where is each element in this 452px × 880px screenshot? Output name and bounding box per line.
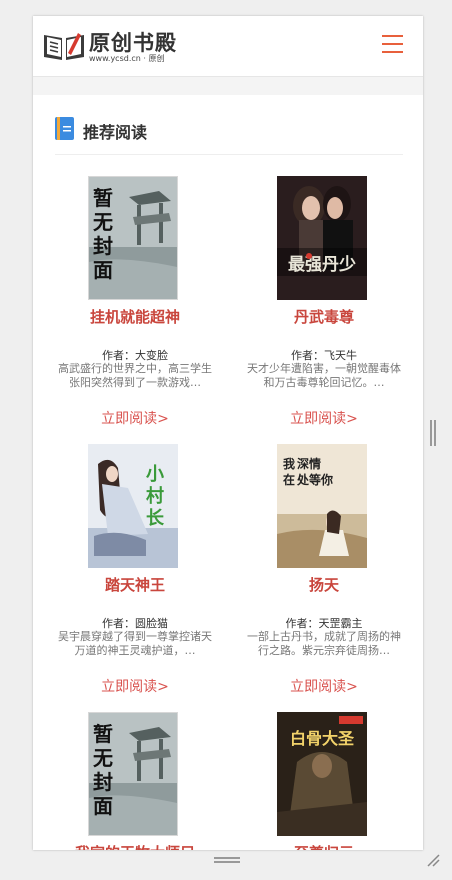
read-now-link[interactable]: 立即阅读>	[55, 676, 215, 696]
svg-text:在: 在	[283, 472, 295, 487]
svg-text:我: 我	[283, 456, 295, 471]
book-author: 作者：大变脸	[102, 349, 168, 362]
book-logo-icon	[44, 33, 84, 60]
resize-grip[interactable]	[214, 857, 240, 865]
svg-text:无: 无	[93, 746, 113, 770]
book-cover[interactable]: 最强丹少	[277, 176, 367, 300]
book-author: 作者：天罡霸主	[285, 617, 363, 630]
hamburger-menu-icon[interactable]	[382, 34, 403, 54]
book-cover[interactable]: 小 村 长	[88, 444, 178, 568]
book-title[interactable]: 扬天	[244, 574, 404, 595]
book-icon	[55, 117, 74, 140]
svg-text:最强丹少: 最强丹少	[288, 255, 356, 275]
header-spacer	[33, 77, 423, 95]
svg-text:白骨大圣: 白骨大圣	[290, 729, 355, 748]
top-header: 原创书殿 www.ycsd.cn · 原创	[33, 16, 423, 77]
svg-text:暂: 暂	[93, 186, 113, 210]
book-title[interactable]: 踏天神王	[55, 574, 215, 595]
book-title[interactable]: 挂机就能超神	[55, 306, 215, 327]
book-title[interactable]: 至尊归元	[244, 842, 404, 850]
book-title[interactable]: 丹武毒尊	[244, 306, 404, 327]
book-title[interactable]: 我家的王牧大师兄	[55, 842, 215, 850]
svg-text:暂: 暂	[93, 722, 113, 746]
resize-corner-icon[interactable]	[426, 853, 440, 867]
page-frame: 原创书殿 www.ycsd.cn · 原创 推荐阅读 暂 无 封 面 挂机就能超…	[33, 16, 423, 850]
site-logo[interactable]: 原创书殿 www.ycsd.cn · 原创	[42, 27, 182, 67]
read-now-link[interactable]: 立即阅读>	[244, 676, 404, 696]
book-description: 吴宇晨穿越了得到一尊掌控诸天万道的神王灵魂护道，…	[58, 630, 212, 657]
svg-text:无: 无	[93, 210, 113, 234]
book-description: 高武盛行的世界之中，高三学生张阳突然得到了一款游戏…	[58, 362, 212, 389]
svg-text:面: 面	[93, 258, 113, 282]
book-cover[interactable]: 暂 无 封 面	[88, 176, 178, 300]
svg-text:面: 面	[93, 794, 113, 818]
book-cover[interactable]: 我 深情 在 处等你	[277, 444, 367, 568]
section-heading: 推荐阅读	[55, 116, 405, 142]
svg-text:小: 小	[146, 464, 164, 485]
book-cover[interactable]: 暂 无 封 面	[88, 712, 178, 836]
logo-subtitle: www.ycsd.cn · 原创	[89, 54, 165, 63]
svg-text:处等你: 处等你	[296, 472, 333, 487]
book-description: 天才少年遭陷害，一朝觉醒毒体和万古毒尊轮回记忆。…	[247, 362, 401, 389]
read-now-link[interactable]: 立即阅读>	[244, 408, 404, 428]
svg-text:长: 长	[146, 508, 165, 529]
scrollbar-handle[interactable]	[430, 420, 436, 446]
book-author: 作者：飞天牛	[291, 349, 357, 362]
book-description: 一部上古丹书，成就了周扬的神行之路。紫元宗弃徒周扬…	[247, 630, 401, 657]
book-cover[interactable]: 白骨大圣	[277, 712, 367, 836]
section-divider	[55, 154, 403, 155]
read-now-link[interactable]: 立即阅读>	[55, 408, 215, 428]
svg-text:村: 村	[146, 485, 164, 507]
section-title: 推荐阅读	[83, 123, 148, 142]
svg-text:封: 封	[93, 234, 113, 258]
svg-text:深情: 深情	[297, 456, 321, 471]
svg-text:封: 封	[93, 770, 113, 794]
book-author: 作者：圆脸猫	[102, 617, 168, 630]
